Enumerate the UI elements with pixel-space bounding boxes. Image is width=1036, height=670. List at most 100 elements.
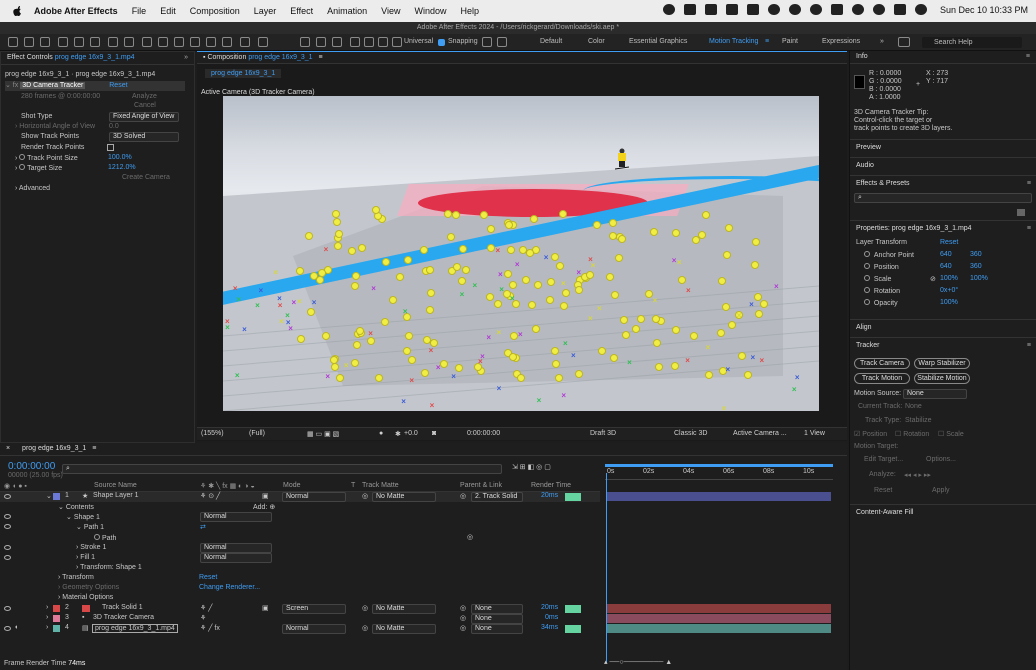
prop-stroke1[interactable]: › Stroke 1 xyxy=(76,544,106,551)
effect-row-3d-camera-tracker[interactable]: ⌄ fx 3D Camera Tracker Reset xyxy=(5,81,185,91)
layer-row-2[interactable]: › 2 Track Solid 1 ⚘ ╱ ▣ Screen ◎ No Matt… xyxy=(0,604,600,614)
layer-name-1[interactable]: Shape Layer 1 xyxy=(93,492,139,499)
menu-view[interactable]: View xyxy=(381,6,400,16)
col-mode[interactable]: Mode xyxy=(283,482,301,489)
options-button[interactable]: Options... xyxy=(926,456,956,463)
effect-controls-tab[interactable]: Effect Controls prog edge 16x9_3_1.mp4 » xyxy=(1,52,194,65)
show-track-points-dropdown[interactable]: 3D Solved xyxy=(109,132,179,142)
parent-pickwhip-icon[interactable]: ◎ xyxy=(460,604,466,612)
effects-search-input[interactable]: ⌕ xyxy=(854,193,1032,203)
timeline-tab[interactable]: × prog edge 16x9_3_1 ≡ xyxy=(0,443,847,456)
layer-expand-icon[interactable]: › xyxy=(46,604,48,611)
col-source-name[interactable]: Source Name xyxy=(94,482,137,489)
track-point[interactable] xyxy=(609,353,618,362)
eye-icon[interactable] xyxy=(4,494,11,499)
properties-panel-header[interactable]: Properties: prog edge 16x9_3_1.mp4 ≡ xyxy=(850,220,1036,236)
cancel-button[interactable]: Cancel xyxy=(134,102,156,109)
track-point[interactable] xyxy=(509,280,518,289)
color-picker-icon[interactable]: ● xyxy=(379,430,383,437)
layer-bar-1[interactable] xyxy=(607,492,831,501)
edit-target-button[interactable]: Edit Target... xyxy=(864,456,903,463)
stopwatch-icon[interactable] xyxy=(864,287,870,293)
rotation-tool-icon[interactable] xyxy=(392,37,402,47)
label-color-swatch[interactable] xyxy=(53,615,60,622)
track-point[interactable] xyxy=(754,309,763,318)
stopwatch-icon[interactable] xyxy=(864,299,870,305)
status-icon[interactable] xyxy=(788,4,801,15)
track-point[interactable] xyxy=(637,314,646,323)
timeline-menu-icon[interactable]: ≡ xyxy=(92,445,96,452)
layer-matte-1[interactable]: No Matte xyxy=(372,492,436,502)
playhead[interactable] xyxy=(606,473,607,663)
motion-blur-icon[interactable]: ▣ xyxy=(262,604,269,612)
layer-switches[interactable]: ⚘ xyxy=(200,614,206,622)
track-point[interactable] xyxy=(725,223,734,232)
timeline-search-input[interactable]: ⌕ xyxy=(62,464,502,474)
add-button[interactable]: Add: ⊕ xyxy=(253,503,275,511)
selection-tool-icon[interactable] xyxy=(8,37,18,47)
search-help-input[interactable]: Search Help xyxy=(922,37,1022,48)
tracker-apply-button[interactable]: Apply xyxy=(932,487,950,494)
track-point[interactable] xyxy=(421,368,430,377)
track-point[interactable] xyxy=(332,217,341,226)
workspace-default[interactable]: Default xyxy=(540,38,562,45)
grammarly-icon[interactable] xyxy=(767,4,780,15)
stopwatch-icon[interactable] xyxy=(864,275,870,281)
align-panel-header[interactable]: Align xyxy=(850,319,1036,335)
track-point[interactable] xyxy=(610,290,619,299)
pan-behind-tool-icon[interactable] xyxy=(124,37,134,47)
track-point[interactable] xyxy=(608,219,617,228)
haov-value[interactable]: 0.0 xyxy=(109,123,119,130)
axis-local-icon[interactable] xyxy=(300,37,310,47)
workspace-paint[interactable]: Paint xyxy=(782,38,798,45)
panel-menu-icon[interactable]: ≡ xyxy=(1026,51,1030,63)
advanced-row[interactable]: › Advanced xyxy=(15,185,50,192)
track-point[interactable] xyxy=(439,360,448,369)
opacity-value[interactable]: 100% xyxy=(940,299,958,306)
scale-tool-icon[interactable] xyxy=(378,37,388,47)
label-color-swatch[interactable] xyxy=(53,493,60,500)
pen-tool-icon[interactable] xyxy=(158,37,168,47)
comp-subtab[interactable]: prog edge 16x9_3_1 xyxy=(205,69,282,78)
puppet-tool-icon[interactable] xyxy=(258,37,268,47)
effects-presets-header[interactable]: Effects & Presets ≡ xyxy=(850,175,1036,191)
layer-expand-icon[interactable]: › xyxy=(46,614,48,621)
rotation-value[interactable]: 0x+0° xyxy=(940,287,958,294)
more-workspaces-icon[interactable]: » xyxy=(880,38,884,45)
clone-stamp-tool-icon[interactable] xyxy=(206,37,216,47)
layer-bar-3[interactable] xyxy=(607,614,831,623)
info-panel-header[interactable]: Info ≡ xyxy=(850,51,1036,64)
viewer-grid-icon[interactable]: ▦ ▭ ▣ ▧ xyxy=(307,430,339,438)
track-point[interactable] xyxy=(705,370,714,379)
track-point[interactable] xyxy=(654,363,663,372)
effect-reset-link[interactable]: Reset xyxy=(109,82,127,89)
track-point[interactable] xyxy=(508,352,517,361)
new-preset-bin-icon[interactable] xyxy=(1017,209,1025,216)
panel-menu-icon[interactable]: ≡ xyxy=(1027,338,1031,354)
track-point[interactable] xyxy=(592,220,601,229)
layer-mode-1[interactable]: Normal xyxy=(282,492,346,502)
track-point[interactable] xyxy=(555,262,564,271)
analyze-buttons[interactable]: ◂◂ ◂ ▸ ▸▸ xyxy=(904,471,931,479)
layer-name-2[interactable]: Track Solid 1 xyxy=(102,604,143,611)
content-aware-fill-header[interactable]: Content-Aware Fill xyxy=(850,504,1036,520)
track-point[interactable] xyxy=(722,302,731,311)
axis-view-icon[interactable] xyxy=(332,37,342,47)
track-point[interactable] xyxy=(353,340,362,349)
track-point[interactable] xyxy=(404,331,413,340)
track-motion-button[interactable]: Track Motion xyxy=(854,373,910,384)
menu-window[interactable]: Window xyxy=(415,6,447,16)
hand-tool-icon[interactable] xyxy=(24,37,34,47)
stopwatch-icon[interactable] xyxy=(94,534,100,540)
lock-icon[interactable]: ▪ xyxy=(203,54,205,61)
menu-edit[interactable]: Edit xyxy=(160,6,176,16)
track-point[interactable] xyxy=(317,268,326,277)
parent-pickwhip-icon[interactable]: ◎ xyxy=(460,614,466,622)
layer-expand-icon[interactable]: ⌄ xyxy=(46,492,52,500)
track-point[interactable] xyxy=(651,314,660,323)
effect-expand-icon[interactable]: ⌄ fx xyxy=(5,82,18,89)
stopwatch-icon[interactable] xyxy=(19,154,26,160)
track-point[interactable] xyxy=(597,347,606,356)
track-point[interactable] xyxy=(389,295,398,304)
eye-icon[interactable] xyxy=(4,555,11,560)
